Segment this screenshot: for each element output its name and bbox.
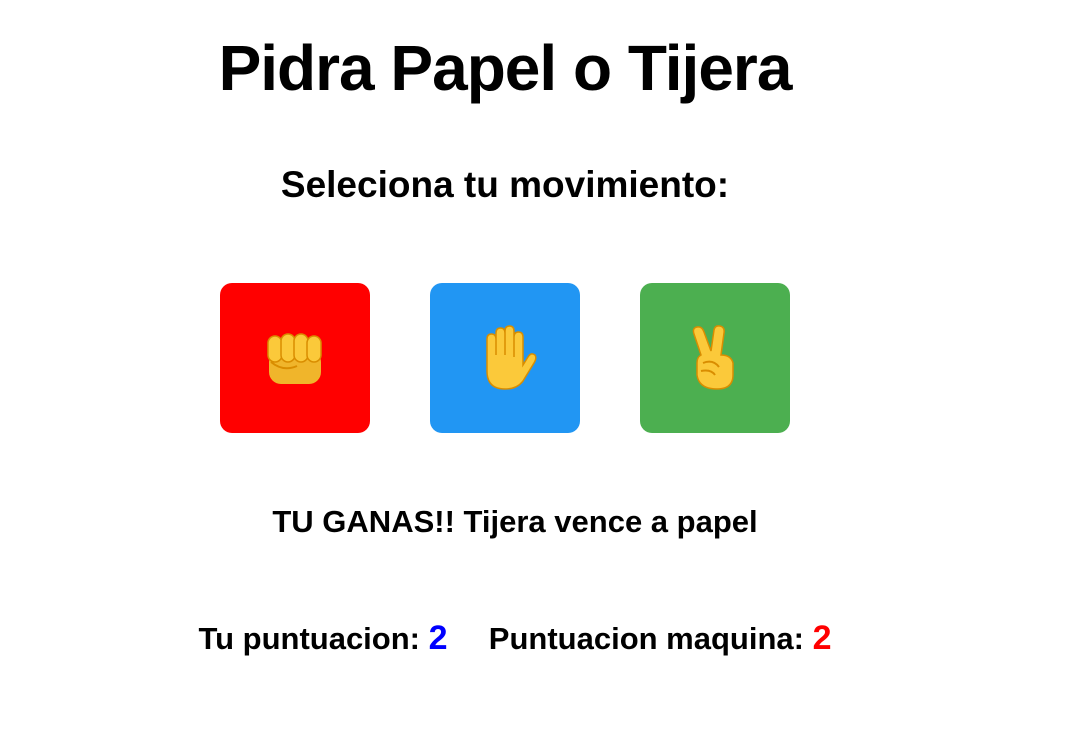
victory-hand-icon: [692, 325, 734, 390]
page-title: Pidra Papel o Tijera: [218, 32, 793, 104]
raised-hand-icon: [486, 325, 537, 390]
scissors-button[interactable]: [640, 283, 790, 433]
move-buttons: [220, 283, 790, 433]
machine-score-value: 2: [812, 619, 832, 657]
player-score-value: 2: [428, 619, 448, 657]
rock-button[interactable]: [220, 283, 370, 433]
paper-button[interactable]: [430, 283, 580, 433]
fist-icon: [267, 333, 322, 384]
scoreboard: Tu puntuacion: 2 Puntuacion maquina: 2: [0, 618, 1030, 659]
move-prompt: Seleciona tu movimiento:: [280, 164, 730, 205]
machine-score-label: Puntuacion maquina:: [488, 621, 804, 656]
player-score-label: Tu puntuacion:: [198, 621, 420, 656]
result-message: TU GANAS!! Tijera vence a papel: [272, 504, 758, 539]
